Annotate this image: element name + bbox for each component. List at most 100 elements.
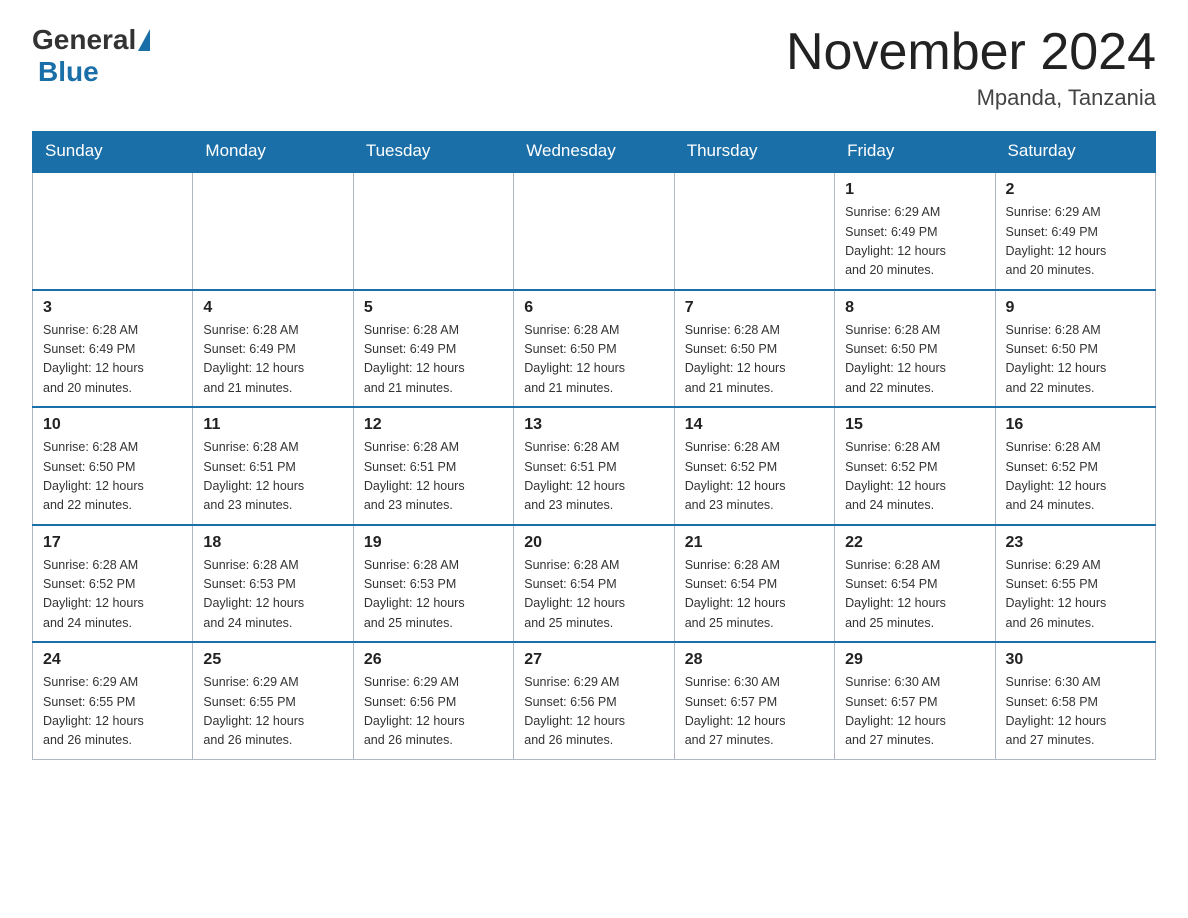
- page-header: General Blue November 2024 Mpanda, Tanza…: [32, 24, 1156, 111]
- calendar-cell: [674, 172, 834, 290]
- logo: General Blue: [32, 24, 152, 88]
- day-number: 20: [524, 534, 663, 552]
- day-info: Sunrise: 6:29 AMSunset: 6:56 PMDaylight:…: [364, 673, 503, 751]
- day-number: 29: [845, 651, 984, 669]
- calendar-week-row: 1 Sunrise: 6:29 AMSunset: 6:49 PMDaylight…: [33, 172, 1156, 290]
- calendar-cell: [193, 172, 353, 290]
- weekday-header-tuesday: Tuesday: [353, 131, 513, 172]
- calendar-week-row: 24 Sunrise: 6:29 AMSunset: 6:55 PMDayligh…: [33, 642, 1156, 759]
- day-number: 27: [524, 651, 663, 669]
- calendar-cell: 29 Sunrise: 6:30 AMSunset: 6:57 PMDayligh…: [835, 642, 995, 759]
- day-info: Sunrise: 6:29 AMSunset: 6:56 PMDaylight:…: [524, 673, 663, 751]
- calendar-cell: 28Sunrise: 6:30 AMSunset: 6:57 PMDayligh…: [674, 642, 834, 759]
- calendar-cell: [33, 172, 193, 290]
- calendar-cell: 9Sunrise: 6:28 AMSunset: 6:50 PMDaylight…: [995, 290, 1155, 408]
- day-number: 1: [845, 181, 984, 199]
- day-number: 6: [524, 299, 663, 317]
- calendar-cell: 6 Sunrise: 6:28 AMSunset: 6:50 PMDaylight…: [514, 290, 674, 408]
- day-info: Sunrise: 6:30 AMSunset: 6:57 PMDaylight:…: [845, 673, 984, 751]
- calendar-cell: 12 Sunrise: 6:28 AMSunset: 6:51 PMDayligh…: [353, 407, 513, 525]
- calendar-cell: 5Sunrise: 6:28 AMSunset: 6:49 PMDaylight…: [353, 290, 513, 408]
- day-number: 7: [685, 299, 824, 317]
- day-number: 16: [1006, 416, 1145, 434]
- day-number: 18: [203, 534, 342, 552]
- calendar-cell: 23 Sunrise: 6:29 AMSunset: 6:55 PMDayligh…: [995, 525, 1155, 643]
- day-number: 30: [1006, 651, 1145, 669]
- day-info: Sunrise: 6:30 AMSunset: 6:57 PMDaylight:…: [685, 673, 824, 751]
- day-info: Sunrise: 6:30 AMSunset: 6:58 PMDaylight:…: [1006, 673, 1145, 751]
- calendar-week-row: 10 Sunrise: 6:28 AMSunset: 6:50 PMDayligh…: [33, 407, 1156, 525]
- day-number: 5: [364, 299, 503, 317]
- calendar-cell: 22 Sunrise: 6:28 AMSunset: 6:54 PMDayligh…: [835, 525, 995, 643]
- day-number: 10: [43, 416, 182, 434]
- day-info: Sunrise: 6:28 AMSunset: 6:51 PMDaylight:…: [364, 438, 503, 516]
- day-info: Sunrise: 6:29 AMSunset: 6:49 PMDaylight:…: [1006, 203, 1145, 281]
- day-info: Sunrise: 6:28 AMSunset: 6:52 PMDaylight:…: [1006, 438, 1145, 516]
- calendar-week-row: 17 Sunrise: 6:28 AMSunset: 6:52 PMDayligh…: [33, 525, 1156, 643]
- calendar-cell: 30 Sunrise: 6:30 AMSunset: 6:58 PMDayligh…: [995, 642, 1155, 759]
- title-section: November 2024 Mpanda, Tanzania: [786, 24, 1156, 111]
- month-title: November 2024: [786, 24, 1156, 81]
- calendar-cell: 24 Sunrise: 6:29 AMSunset: 6:55 PMDayligh…: [33, 642, 193, 759]
- calendar-table: SundayMondayTuesdayWednesdayThursdayFrid…: [32, 131, 1156, 760]
- calendar-cell: 15 Sunrise: 6:28 AMSunset: 6:52 PMDayligh…: [835, 407, 995, 525]
- day-number: 4: [203, 299, 342, 317]
- logo-blue-text: Blue: [38, 56, 99, 87]
- calendar-cell: 20 Sunrise: 6:28 AMSunset: 6:54 PMDayligh…: [514, 525, 674, 643]
- day-info: Sunrise: 6:28 AMSunset: 6:50 PMDaylight:…: [685, 321, 824, 399]
- day-info: Sunrise: 6:28 AMSunset: 6:52 PMDaylight:…: [43, 556, 182, 634]
- day-number: 15: [845, 416, 984, 434]
- calendar-cell: 7 Sunrise: 6:28 AMSunset: 6:50 PMDaylight…: [674, 290, 834, 408]
- calendar-cell: 18 Sunrise: 6:28 AMSunset: 6:53 PMDayligh…: [193, 525, 353, 643]
- logo-triangle-icon: [138, 29, 150, 51]
- calendar-cell: 26 Sunrise: 6:29 AMSunset: 6:56 PMDayligh…: [353, 642, 513, 759]
- calendar-header-row: SundayMondayTuesdayWednesdayThursdayFrid…: [33, 131, 1156, 172]
- calendar-cell: 4 Sunrise: 6:28 AMSunset: 6:49 PMDaylight…: [193, 290, 353, 408]
- day-info: Sunrise: 6:28 AMSunset: 6:52 PMDaylight:…: [845, 438, 984, 516]
- calendar-cell: [353, 172, 513, 290]
- day-number: 23: [1006, 534, 1145, 552]
- weekday-header-sunday: Sunday: [33, 131, 193, 172]
- day-info: Sunrise: 6:28 AMSunset: 6:50 PMDaylight:…: [43, 438, 182, 516]
- day-number: 12: [364, 416, 503, 434]
- day-number: 2: [1006, 181, 1145, 199]
- calendar-cell: 25Sunrise: 6:29 AMSunset: 6:55 PMDayligh…: [193, 642, 353, 759]
- weekday-header-thursday: Thursday: [674, 131, 834, 172]
- day-info: Sunrise: 6:28 AMSunset: 6:50 PMDaylight:…: [845, 321, 984, 399]
- calendar-cell: 14 Sunrise: 6:28 AMSunset: 6:52 PMDayligh…: [674, 407, 834, 525]
- day-number: 17: [43, 534, 182, 552]
- day-info: Sunrise: 6:28 AMSunset: 6:53 PMDaylight:…: [364, 556, 503, 634]
- day-info: Sunrise: 6:28 AMSunset: 6:54 PMDaylight:…: [524, 556, 663, 634]
- calendar-cell: 17 Sunrise: 6:28 AMSunset: 6:52 PMDayligh…: [33, 525, 193, 643]
- calendar-cell: 27 Sunrise: 6:29 AMSunset: 6:56 PMDayligh…: [514, 642, 674, 759]
- calendar-cell: 11Sunrise: 6:28 AMSunset: 6:51 PMDayligh…: [193, 407, 353, 525]
- day-info: Sunrise: 6:28 AMSunset: 6:49 PMDaylight:…: [203, 321, 342, 399]
- calendar-cell: 21Sunrise: 6:28 AMSunset: 6:54 PMDayligh…: [674, 525, 834, 643]
- calendar-cell: 2 Sunrise: 6:29 AMSunset: 6:49 PMDaylight…: [995, 172, 1155, 290]
- calendar-cell: 8Sunrise: 6:28 AMSunset: 6:50 PMDaylight…: [835, 290, 995, 408]
- day-info: Sunrise: 6:28 AMSunset: 6:54 PMDaylight:…: [845, 556, 984, 634]
- weekday-header-wednesday: Wednesday: [514, 131, 674, 172]
- day-number: 22: [845, 534, 984, 552]
- calendar-week-row: 3 Sunrise: 6:28 AMSunset: 6:49 PMDaylight…: [33, 290, 1156, 408]
- day-info: Sunrise: 6:29 AMSunset: 6:55 PMDaylight:…: [43, 673, 182, 751]
- day-info: Sunrise: 6:28 AMSunset: 6:54 PMDaylight:…: [685, 556, 824, 634]
- day-info: Sunrise: 6:28 AMSunset: 6:50 PMDaylight:…: [524, 321, 663, 399]
- calendar-cell: 10 Sunrise: 6:28 AMSunset: 6:50 PMDayligh…: [33, 407, 193, 525]
- day-info: Sunrise: 6:28 AMSunset: 6:53 PMDaylight:…: [203, 556, 342, 634]
- calendar-cell: 13Sunrise: 6:28 AMSunset: 6:51 PMDayligh…: [514, 407, 674, 525]
- day-number: 26: [364, 651, 503, 669]
- day-number: 3: [43, 299, 182, 317]
- day-number: 14: [685, 416, 824, 434]
- day-info: Sunrise: 6:28 AMSunset: 6:52 PMDaylight:…: [685, 438, 824, 516]
- day-number: 24: [43, 651, 182, 669]
- location-label: Mpanda, Tanzania: [786, 85, 1156, 111]
- day-info: Sunrise: 6:29 AMSunset: 6:55 PMDaylight:…: [1006, 556, 1145, 634]
- day-number: 25: [203, 651, 342, 669]
- logo-general-text: General: [32, 24, 136, 56]
- calendar-cell: 16 Sunrise: 6:28 AMSunset: 6:52 PMDayligh…: [995, 407, 1155, 525]
- calendar-cell: 3Sunrise: 6:28 AMSunset: 6:49 PMDaylight…: [33, 290, 193, 408]
- weekday-header-monday: Monday: [193, 131, 353, 172]
- weekday-header-friday: Friday: [835, 131, 995, 172]
- calendar-cell: 19Sunrise: 6:28 AMSunset: 6:53 PMDayligh…: [353, 525, 513, 643]
